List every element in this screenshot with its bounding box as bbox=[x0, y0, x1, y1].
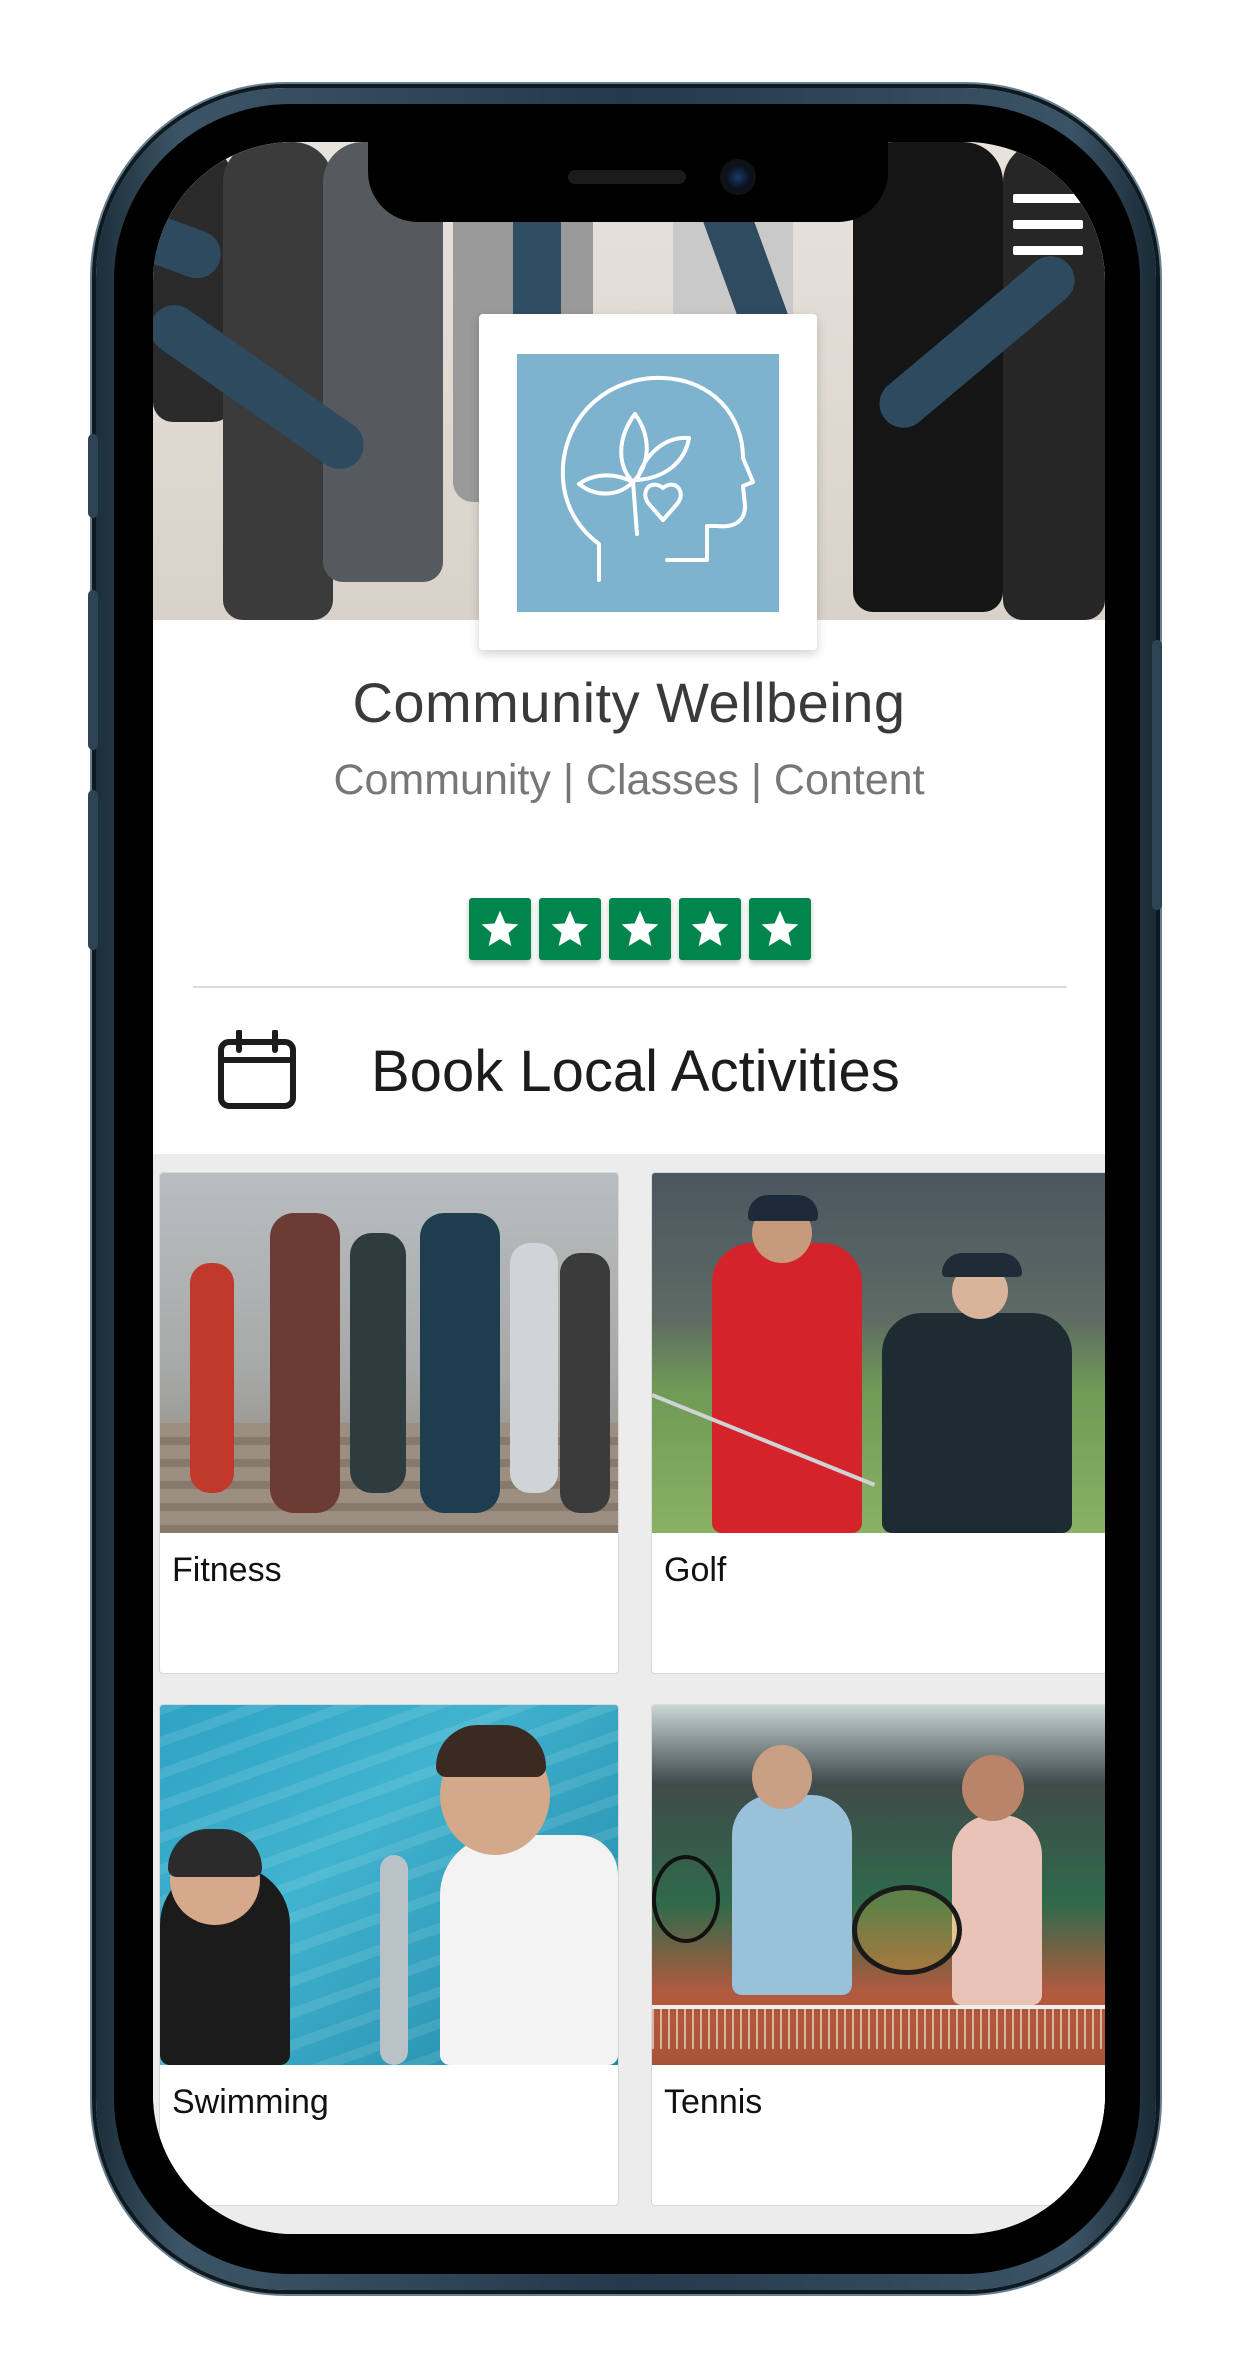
activity-label: Fitness bbox=[172, 1551, 282, 1589]
phone-notch bbox=[368, 142, 888, 222]
mute-switch bbox=[88, 434, 98, 518]
golf-photo bbox=[652, 1173, 1105, 1533]
activity-card-golf[interactable]: Golf bbox=[651, 1172, 1105, 1674]
app-tagline: Community | Classes | Content bbox=[333, 756, 925, 804]
star-icon bbox=[679, 898, 741, 960]
power-button bbox=[1152, 640, 1162, 910]
speaker-grille bbox=[568, 170, 686, 184]
activity-card-fitness[interactable]: Fitness bbox=[159, 1172, 619, 1674]
volume-down-button bbox=[88, 790, 98, 950]
activity-card-swimming[interactable]: Swimming bbox=[159, 1704, 619, 2206]
section-divider bbox=[193, 986, 1067, 988]
tennis-photo bbox=[652, 1705, 1105, 2065]
head-leaf-heart-logo bbox=[517, 354, 779, 612]
app-title: Community Wellbeing bbox=[352, 671, 906, 734]
activity-label: Tennis bbox=[664, 2083, 763, 2121]
phone-screen: Community Wellbeing Community | Classes … bbox=[153, 142, 1105, 2234]
star-icon bbox=[749, 898, 811, 960]
app-logo bbox=[479, 314, 817, 650]
activity-label: Golf bbox=[664, 1551, 727, 1589]
volume-up-button bbox=[88, 590, 98, 750]
star-icon bbox=[469, 898, 531, 960]
swimming-photo bbox=[160, 1705, 618, 2065]
calendar-icon bbox=[217, 1029, 297, 1110]
front-camera bbox=[720, 159, 756, 195]
star-icon bbox=[539, 898, 601, 960]
hamburger-menu-icon[interactable] bbox=[1013, 194, 1083, 256]
fitness-photo bbox=[160, 1173, 618, 1533]
star-icon bbox=[609, 898, 671, 960]
activity-card-tennis[interactable]: Tennis bbox=[651, 1704, 1105, 2206]
star-rating bbox=[469, 898, 811, 962]
activity-label: Swimming bbox=[172, 2083, 329, 2121]
book-local-activities-button[interactable]: Book Local Activities bbox=[153, 1002, 1105, 1152]
book-activities-label: Book Local Activities bbox=[371, 1039, 900, 1104]
